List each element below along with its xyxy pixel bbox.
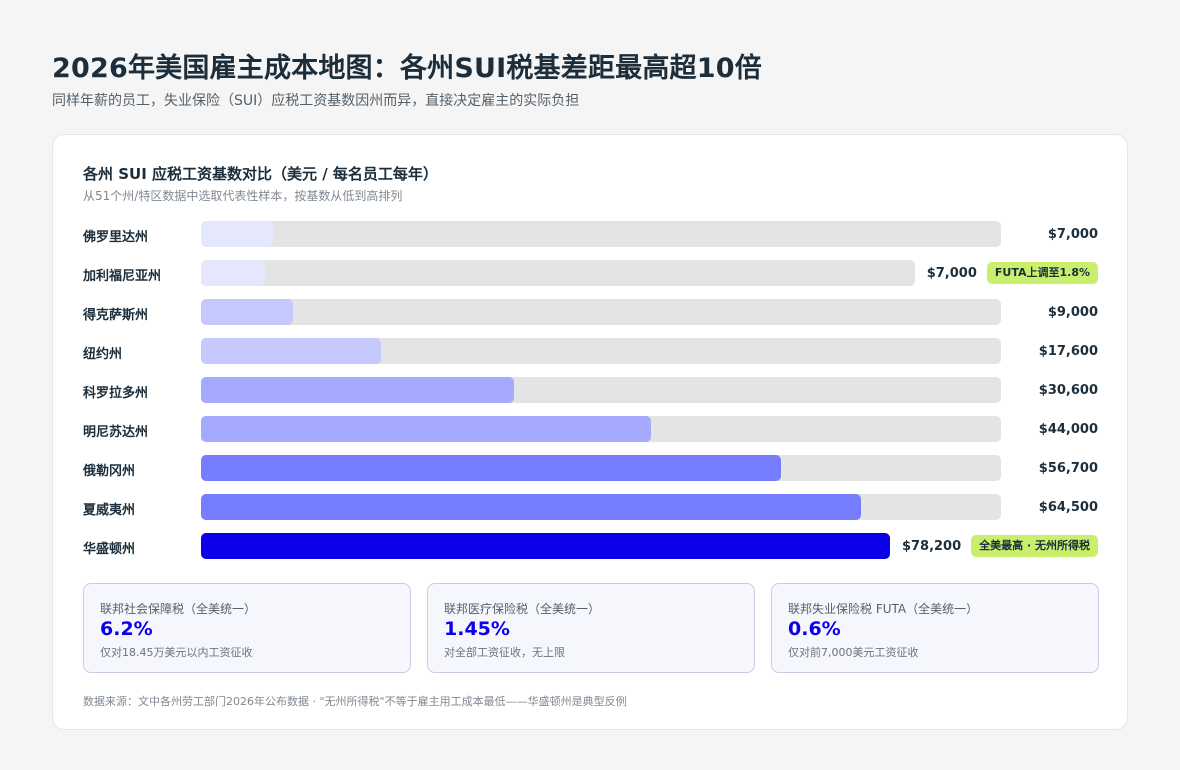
page-subtitle: 同样年薪的员工，失业保险（SUI）应税工资基数因州而异，直接决定雇主的实际负担: [52, 93, 580, 109]
value-label: $78,200: [901, 539, 962, 554]
bar: [201, 533, 890, 559]
state-label: 华盛顿州: [83, 542, 136, 557]
state-label: 俄勒冈州: [83, 464, 136, 479]
value-label: $44,000: [1038, 422, 1098, 437]
value-label: $56,700: [1038, 461, 1098, 476]
stat-box-social-security: 联邦社会保障税（全美统一） 6.2% 仅对18.45万美元以内工资征收: [83, 583, 411, 673]
bar-row: 华盛顿州 全美最高 · 无州所得税 $78,200: [53, 533, 1129, 559]
source-footnote: 数据来源：文中各州劳工部门2026年公布数据 · "无州所得税"不等于雇主用工成…: [83, 695, 627, 708]
value-label: $64,500: [1038, 500, 1098, 515]
bar-row: 夏威夷州 $64,500: [53, 494, 1129, 520]
state-label: 纽约州: [83, 347, 123, 362]
stat-note: 仅对前7,000美元工资征收: [788, 646, 919, 659]
bar: [201, 494, 861, 520]
stat-label: 联邦医疗保险税（全美统一）: [444, 602, 601, 616]
bar: [201, 299, 294, 325]
bar: [201, 377, 515, 403]
bar: [201, 455, 782, 481]
stat-label: 联邦社会保障税（全美统一）: [100, 602, 257, 616]
state-label: 佛罗里达州: [83, 230, 149, 245]
bar: [201, 416, 652, 442]
stat-box-futa: 联邦失业保险税 FUTA（全美统一） 0.6% 仅对前7,000美元工资征收: [771, 583, 1099, 673]
stat-note: 对全部工资征收，无上限: [444, 646, 565, 659]
stat-box-medicare: 联邦医疗保险税（全美统一） 1.45% 对全部工资征收，无上限: [427, 583, 755, 673]
bar: [201, 260, 265, 286]
bar-chart: 佛罗里达州 $7,000 加利福尼亚州 FUTA上调至1.8% $7,000 得克萨斯州 $…: [53, 135, 1129, 575]
bar-row: 明尼苏达州 $44,000: [53, 416, 1129, 442]
value-label: $7,000: [1047, 227, 1098, 242]
state-label: 夏威夷州: [83, 503, 136, 518]
chart-card: 各州 SUI 应税工资基数对比（美元 / 每名员工每年） 从51个州/特区数据中…: [52, 134, 1128, 730]
stat-value: 0.6%: [788, 618, 841, 640]
value-label: $9,000: [1047, 305, 1098, 320]
stat-label: 联邦失业保险税 FUTA（全美统一）: [788, 602, 979, 616]
bar-row: 得克萨斯州 $9,000: [53, 299, 1129, 325]
value-label: $7,000: [926, 266, 977, 281]
bar-track: [201, 260, 915, 286]
annotation-badge: FUTA上调至1.8%: [986, 262, 1098, 284]
bar-track: [201, 221, 1001, 247]
state-label: 加利福尼亚州: [83, 269, 162, 284]
bar-row: 加利福尼亚州 FUTA上调至1.8% $7,000: [53, 260, 1129, 286]
bar-track: [201, 299, 1001, 325]
bar: [201, 338, 382, 364]
stat-note: 仅对18.45万美元以内工资征收: [100, 646, 253, 659]
bar-row: 佛罗里达州 $7,000: [53, 221, 1129, 247]
federal-tax-stats: 联邦社会保障税（全美统一） 6.2% 仅对18.45万美元以内工资征收 联邦医疗…: [83, 583, 1099, 673]
value-label: $30,600: [1038, 383, 1098, 398]
bar-row: 俄勒冈州 $56,700: [53, 455, 1129, 481]
page-title: 2026年美国雇主成本地图：各州SUI税基差距最高超10倍: [52, 53, 762, 84]
stat-value: 1.45%: [444, 618, 510, 640]
bar: [201, 221, 273, 247]
bar-row: 科罗拉多州 $30,600: [53, 377, 1129, 403]
state-label: 科罗拉多州: [83, 386, 149, 401]
stat-value: 6.2%: [100, 618, 153, 640]
state-label: 得克萨斯州: [83, 308, 149, 323]
bar-row: 纽约州 $17,600: [53, 338, 1129, 364]
value-label: $17,600: [1038, 344, 1098, 359]
annotation-badge: 全美最高 · 无州所得税: [971, 535, 1098, 557]
state-label: 明尼苏达州: [83, 425, 149, 440]
